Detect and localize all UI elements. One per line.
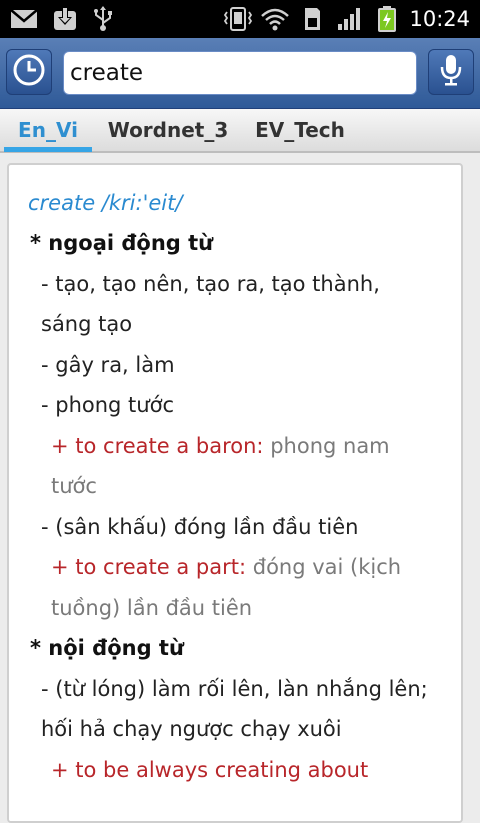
example-vietnamese: đóng vai (kịch [252,555,402,579]
example-vietnamese: tuồng) lần đầu tiên [51,596,253,620]
definition-panel[interactable]: create /kri:'eit/ * ngoại động từ - tạo,… [7,163,463,823]
search-bar [0,38,480,109]
headword: create /kri:'eit/ [28,191,183,215]
dictionary-tabs: En_Vi Wordnet_3 EV_Tech [0,109,480,153]
download-icon [52,6,78,32]
meaning-line: - phong tước [41,393,174,417]
search-input[interactable] [63,51,417,95]
usb-icon [92,6,114,32]
clock-icon [12,53,46,91]
status-bar: 10:24 [0,0,480,38]
history-button[interactable] [6,49,52,95]
microphone-icon [438,53,464,91]
meaning-line: - (từ lóng) làm rối lên, làn nhắng lên; [41,677,428,701]
example-vietnamese: tước [51,474,97,498]
meaning-line: - (sân khấu) đóng lần đầu tiên [41,515,359,539]
part-of-speech-transitive: * ngoại động từ [30,231,214,255]
meaning-line: hối hả chạy ngược chạy xuôi [41,717,342,741]
part-of-speech-intransitive: * nội động từ [30,636,184,660]
signal-icon [336,6,364,32]
example-vietnamese: phong nam [270,434,390,458]
tab-ev-tech[interactable]: EV_Tech [250,109,350,151]
example-english: + to create a part: [51,555,247,579]
gmail-icon [10,6,38,32]
example-line: + to create a part: đóng vai (kịch [51,555,401,579]
wifi-icon [260,6,290,32]
clock-time: 10:24 [409,7,470,31]
vibrate-icon [222,6,254,32]
tab-wordnet-3[interactable]: Wordnet_3 [104,109,232,151]
sd-card-icon [302,6,322,32]
voice-search-button[interactable] [428,49,474,95]
meaning-line: - tạo, tạo nên, tạo ra, tạo thành, [41,272,380,296]
scroll-fade [9,809,461,821]
tab-en-vi[interactable]: En_Vi [4,109,92,152]
example-english: + to create a baron: [51,434,264,458]
meaning-line: - gây ra, làm [41,353,175,377]
example-english: + to be always creating about [51,758,369,782]
battery-charging-icon [376,6,398,32]
example-line: + to create a baron: phong nam [51,434,390,458]
meaning-line: sáng tạo [41,312,133,336]
